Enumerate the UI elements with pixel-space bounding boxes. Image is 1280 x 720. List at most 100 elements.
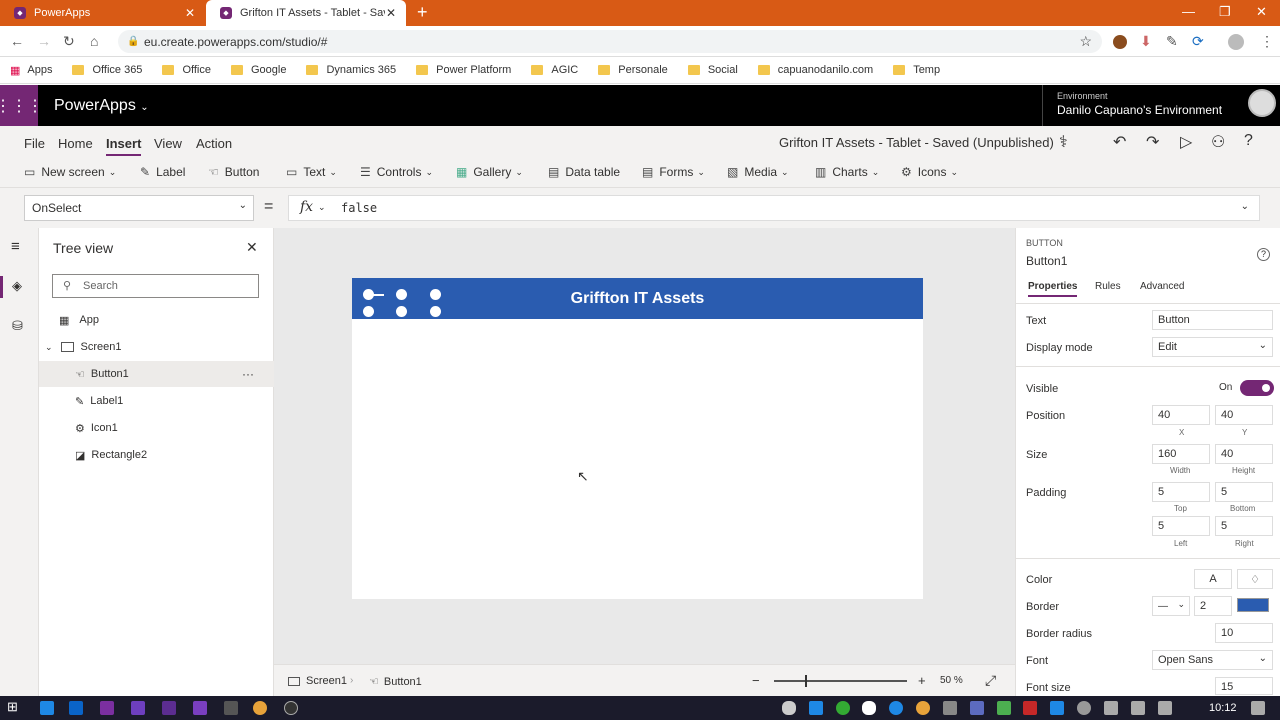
fx-icon[interactable]: fx — [300, 199, 313, 215]
close-icon[interactable]: ✕ — [246, 239, 258, 256]
app-screen[interactable]: Griffton IT Assets — [352, 278, 923, 599]
border-width-field[interactable]: 2 — [1194, 596, 1232, 616]
onenote-icon[interactable] — [100, 701, 114, 715]
taskbar-app-icon[interactable] — [224, 701, 238, 715]
padding-bottom-field[interactable]: 5 — [1215, 482, 1273, 502]
padding-right-field[interactable]: 5 — [1215, 516, 1273, 536]
bookmark-folder[interactable]: AGIC — [531, 64, 578, 76]
tray-icon[interactable] — [836, 701, 850, 715]
gallery-button[interactable]: ▦ Gallery ⌄ — [456, 165, 523, 179]
teams-icon[interactable] — [970, 701, 984, 715]
width-field[interactable]: 160 — [1152, 444, 1210, 464]
bookmark-folder[interactable]: Temp — [893, 64, 940, 76]
chrome-icon[interactable] — [253, 701, 267, 715]
height-field[interactable]: 40 — [1215, 444, 1273, 464]
data-table-button[interactable]: ▤ Data table — [548, 165, 620, 179]
volume-icon[interactable] — [1158, 701, 1172, 715]
bluetooth-icon[interactable] — [1050, 701, 1064, 715]
cloud-icon[interactable] — [862, 701, 876, 715]
database-icon[interactable]: ⛁ — [12, 318, 23, 334]
tray-icon[interactable] — [1023, 701, 1037, 715]
bookmark-apps[interactable]: ▦ Apps — [10, 64, 52, 77]
tray-icon[interactable] — [1077, 701, 1091, 715]
tree-node-rectangle2[interactable]: ◪ Rectangle2 — [39, 442, 274, 468]
extension-icon[interactable]: ⟳ — [1192, 33, 1204, 50]
help-icon[interactable]: ? — [1244, 132, 1253, 150]
text-button[interactable]: ▭ Text ⌄ — [286, 165, 337, 179]
help-icon[interactable]: ? — [1257, 248, 1270, 261]
controls-button[interactable]: ☰ Controls ⌄ — [360, 165, 433, 179]
close-window-icon[interactable]: ✕ — [1256, 4, 1267, 20]
tray-icon[interactable] — [809, 701, 823, 715]
menu-view[interactable]: View — [154, 136, 182, 151]
media-button[interactable]: ▧ Media ⌄ — [727, 165, 789, 179]
minimize-icon[interactable]: — — [1182, 4, 1195, 19]
profile-icon[interactable] — [1228, 34, 1244, 50]
more-options-icon[interactable]: ··· — [242, 367, 254, 381]
check-icon[interactable] — [997, 701, 1011, 715]
charts-button[interactable]: ▥ Charts ⌄ — [815, 165, 879, 179]
tray-icon[interactable] — [889, 701, 903, 715]
text-color-button[interactable]: A — [1194, 569, 1232, 589]
new-tab-icon[interactable]: + — [417, 2, 428, 23]
tree-node-icon1[interactable]: ⚙ Icon1 — [39, 415, 274, 441]
position-y-field[interactable]: 40 — [1215, 405, 1273, 425]
position-x-field[interactable]: 40 — [1152, 405, 1210, 425]
tree-node-app[interactable]: ▦ App — [39, 307, 274, 333]
border-color-swatch[interactable] — [1237, 598, 1269, 612]
bookmark-folder[interactable]: Dynamics 365 — [306, 64, 396, 76]
tab-advanced[interactable]: Advanced — [1140, 281, 1184, 292]
hamburger-icon[interactable]: ≡ — [11, 238, 20, 255]
tree-node-button1[interactable]: ☜ Button1 ··· — [39, 361, 274, 387]
resize-handle[interactable] — [396, 289, 407, 300]
tree-node-label1[interactable]: ✎ Label1 — [39, 388, 274, 414]
control-name[interactable]: Button1 — [1026, 254, 1067, 268]
battery-icon[interactable] — [1104, 701, 1118, 715]
forms-button[interactable]: ▤ Forms ⌄ — [642, 165, 705, 179]
extension-icon[interactable]: ✎ — [1166, 33, 1178, 50]
forward-icon[interactable]: → — [37, 33, 51, 49]
extension-icon[interactable] — [1113, 35, 1127, 49]
menu-home[interactable]: Home — [58, 136, 93, 151]
url-field[interactable]: 🔒 eu.create.powerapps.com/studio/# ☆ — [118, 30, 1102, 53]
menu-insert[interactable]: Insert — [106, 136, 142, 156]
visual-studio-icon[interactable] — [162, 701, 176, 715]
network-icon[interactable] — [1131, 701, 1145, 715]
zoom-slider[interactable] — [774, 675, 907, 687]
border-style-dropdown[interactable]: — ⌄ — [1152, 596, 1190, 616]
formula-input[interactable]: fx ⌄ false ⌄ — [288, 195, 1260, 221]
tab-rules[interactable]: Rules — [1095, 281, 1121, 292]
resize-handle[interactable] — [430, 306, 441, 317]
resize-handle[interactable] — [396, 306, 407, 317]
bookmark-folder[interactable]: Personale — [598, 64, 668, 76]
layers-icon[interactable]: ◈ — [12, 278, 22, 294]
visible-toggle[interactable] — [1240, 380, 1274, 396]
home-icon[interactable]: ⌂ — [90, 33, 98, 49]
breadcrumb-control[interactable]: ☜ Button1 — [369, 675, 422, 689]
share-user-icon[interactable]: ⚇ — [1211, 132, 1225, 152]
extension-icon[interactable]: ⬇ — [1140, 33, 1152, 50]
play-icon[interactable]: ▷ — [1180, 132, 1192, 152]
waffle-icon[interactable]: ⋮⋮⋮ — [0, 85, 43, 126]
visual-studio-icon[interactable] — [131, 701, 145, 715]
environment-picker[interactable]: Environment Danilo Capuano's Environment — [1042, 85, 1244, 126]
taskbar-app-icon[interactable] — [284, 701, 298, 715]
browser-tab[interactable]: ◆ PowerApps ✕ — [0, 0, 205, 26]
tree-node-screen1[interactable]: ⌄ Screen1 — [39, 334, 274, 360]
zoom-in-icon[interactable]: + — [918, 673, 926, 688]
bookmark-folder[interactable]: Social — [687, 64, 738, 76]
notifications-icon[interactable] — [1251, 701, 1265, 715]
menu-file[interactable]: File — [24, 136, 45, 151]
outlook-icon[interactable] — [69, 701, 83, 715]
close-icon[interactable]: ✕ — [185, 6, 195, 20]
button-button[interactable]: ☜ Button — [208, 165, 259, 179]
resize-handle[interactable] — [430, 289, 441, 300]
avatar[interactable] — [1248, 89, 1276, 117]
text-field[interactable]: Button — [1152, 310, 1273, 330]
redo-icon[interactable]: ↷ — [1146, 132, 1159, 152]
breadcrumb-screen[interactable]: Screen1 — [288, 675, 347, 687]
padding-left-field[interactable]: 5 — [1152, 516, 1210, 536]
fit-screen-icon[interactable]: ⤢ — [985, 672, 996, 689]
fill-color-button[interactable]: ♢ — [1237, 569, 1273, 589]
border-radius-field[interactable]: 10 — [1215, 623, 1273, 643]
